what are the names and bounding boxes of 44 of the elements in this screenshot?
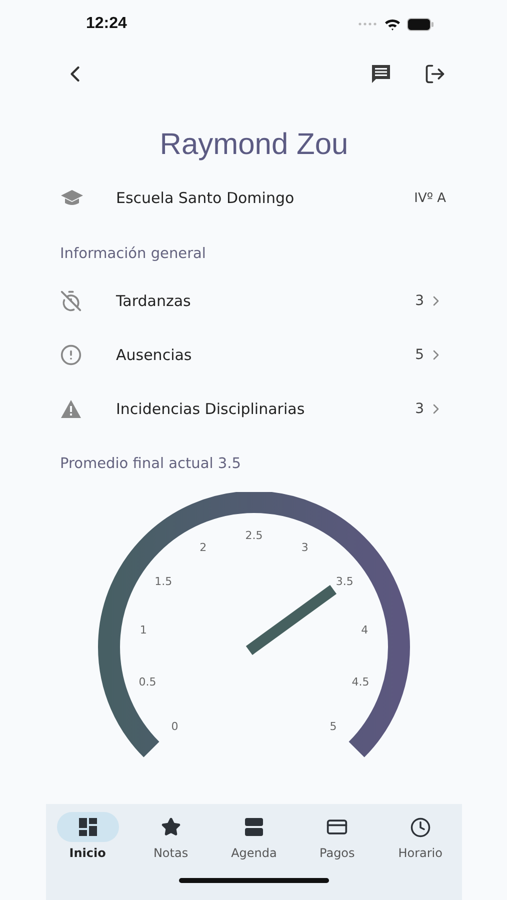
gauge-tick-label: 0 xyxy=(171,720,178,734)
battery-icon xyxy=(407,18,434,30)
gauge-tick-label: 4.5 xyxy=(352,676,370,689)
clock-icon xyxy=(410,816,431,838)
dashboard-icon xyxy=(78,817,98,837)
info-count: 5 xyxy=(415,347,424,363)
nav-tab[interactable]: Agenda xyxy=(214,812,294,860)
timer-off-icon xyxy=(60,290,82,312)
info-label: Ausencias xyxy=(116,346,193,364)
info-count: 3 xyxy=(415,401,424,417)
info-row[interactable]: Incidencias Disciplinarias 3 xyxy=(46,382,462,436)
alert-circle-icon xyxy=(60,344,82,366)
star-icon xyxy=(160,817,181,837)
info-label: Tardanzas xyxy=(116,292,192,310)
gauge-tick-label: 1 xyxy=(140,623,147,636)
status-time: 12:24 xyxy=(86,15,127,33)
info-row[interactable]: Tardanzas 3 xyxy=(46,274,462,328)
signal-icon xyxy=(358,22,378,26)
nav-tab[interactable]: Notas xyxy=(130,812,211,860)
info-label: Incidencias Disciplinarias xyxy=(116,400,306,418)
gauge-tick-label: 5 xyxy=(330,720,337,734)
school-name: Escuela Santo Domingo xyxy=(116,189,296,207)
gauge-tick-label: 0.5 xyxy=(138,676,156,689)
nav-tab[interactable]: Inicio xyxy=(48,812,128,860)
section-heading: Promedio final actual 3.5 xyxy=(59,455,242,474)
nav-tab[interactable]: Pagos xyxy=(297,812,378,860)
student-name: Raymond Zou xyxy=(160,128,348,162)
gauge-tick-label: 2.5 xyxy=(245,529,263,542)
gauge-tick-label: 3 xyxy=(301,541,308,554)
gauge-tick-label: 1.5 xyxy=(154,575,172,588)
info-count: 3 xyxy=(415,293,424,309)
graduation-cap-icon xyxy=(60,189,84,207)
gauge-tick-label: 4 xyxy=(361,623,368,636)
stacked-bars-icon xyxy=(244,817,264,837)
gauge-tick-label: 3.5 xyxy=(336,575,354,588)
info-row[interactable]: Ausencias 5 xyxy=(46,328,462,382)
message-icon xyxy=(370,63,392,85)
gauge-tick-label: 2 xyxy=(200,541,207,554)
nav-tab[interactable]: Horario xyxy=(380,812,460,860)
section-heading: Información general xyxy=(59,245,207,264)
logout-icon xyxy=(424,63,446,85)
wifi-icon xyxy=(384,18,401,30)
warning-icon xyxy=(60,399,82,419)
class-label: IVº A xyxy=(414,190,446,206)
